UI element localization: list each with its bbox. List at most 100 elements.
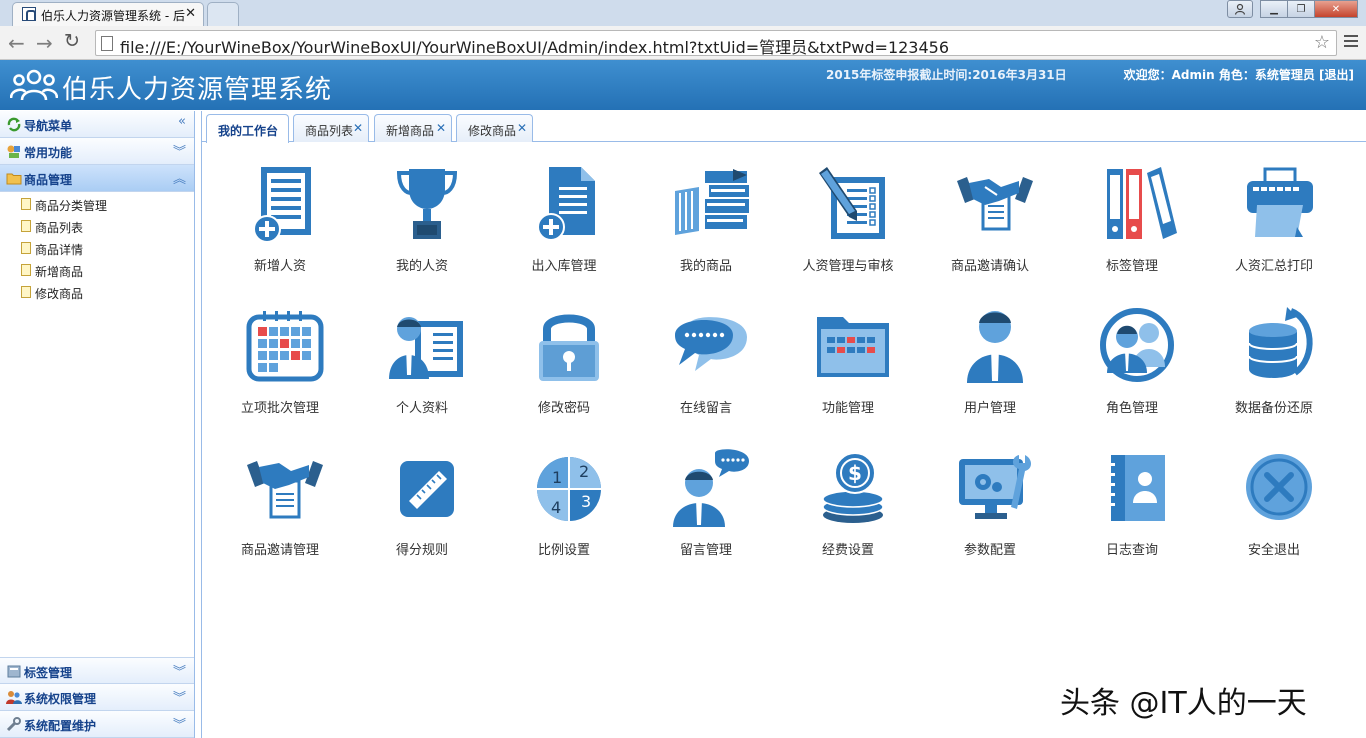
sidebar-item[interactable]: 商品分类管理 — [0, 193, 194, 215]
tile-inventory[interactable]: 出入库管理 — [494, 165, 634, 285]
tile-score-rules[interactable]: 得分规则 — [352, 449, 492, 569]
tag-management-header[interactable]: 标签管理 ︾ — [0, 657, 194, 684]
collapse-left-icon[interactable]: « — [178, 114, 186, 129]
url-input[interactable]: file:///E:/YourWineBox/YourWineBoxUI/You… — [95, 30, 1337, 58]
tile-label: 比例设置 — [537, 543, 590, 558]
goods-management-label: 商品管理 — [24, 173, 73, 187]
nav-menu-header[interactable]: 导航菜单 « — [0, 111, 194, 138]
tile-message-management[interactable]: 留言管理 — [636, 449, 776, 569]
tag-icon — [7, 665, 21, 678]
tile-hr-review[interactable]: 人资管理与审核 — [778, 165, 918, 285]
url-text[interactable]: file:///E:/YourWineBox/YourWineBoxUI/You… — [120, 34, 949, 58]
tile-change-password[interactable]: 修改密码 — [494, 307, 634, 427]
tile-log-query[interactable]: 日志查询 — [1062, 449, 1202, 569]
chevron-down-icon[interactable]: ︾ — [173, 661, 186, 680]
speech-bubble-icon — [675, 317, 747, 371]
tile-add-hr[interactable]: 新增人资 — [210, 165, 350, 285]
tile-personal-info[interactable]: 个人资料 — [352, 307, 492, 427]
permission-management-header[interactable]: 系统权限管理 ︾ — [0, 684, 194, 711]
role-users-icon — [1100, 308, 1174, 382]
close-tab-icon[interactable]: ✕ — [185, 6, 196, 21]
tab-add-goods[interactable]: 新增商品 ✕ — [374, 114, 452, 142]
tile-tag-management[interactable]: 标签管理 — [1062, 165, 1202, 285]
tile-label: 人资管理与审核 — [802, 259, 894, 274]
browser-tab-title: 伯乐人力资源管理系统 - 后 — [41, 9, 185, 23]
tile-safe-exit[interactable]: 安全退出 — [1204, 449, 1344, 569]
wrench-icon — [6, 717, 21, 732]
watermark-text: 头条 @IT人的一天 — [1060, 686, 1307, 721]
close-icon[interactable]: ✕ — [517, 121, 527, 135]
calendar-icon — [246, 311, 324, 382]
tile-label: 功能管理 — [821, 401, 874, 416]
window-close-icon[interactable]: ✕ — [1314, 0, 1358, 18]
address-book-icon — [1107, 455, 1165, 521]
sidebar-item[interactable]: 修改商品 — [0, 281, 194, 303]
tile-label: 出入库管理 — [531, 259, 597, 274]
tile-funding-settings[interactable]: $ 经费设置 — [778, 449, 918, 569]
window-controls: ▁ ❐ ✕ — [1227, 0, 1358, 18]
browser-tab[interactable]: 伯乐人力资源管理系统 - 后 ✕ — [12, 2, 204, 26]
sidebar-item[interactable]: 商品列表 — [0, 215, 194, 237]
back-arrow-icon[interactable]: ← — [8, 31, 25, 55]
tab-label: 我的工作台 — [218, 124, 279, 138]
browser-menu-icon[interactable] — [1344, 35, 1358, 49]
app-title: 伯乐人力资源管理系统 — [62, 75, 333, 105]
users-icon — [6, 691, 22, 704]
config-maintenance-header[interactable]: 系统配置维护 ︾ — [0, 711, 194, 738]
new-tab-button[interactable] — [207, 2, 239, 26]
tile-data-backup[interactable]: 数据备份还原 — [1204, 307, 1344, 427]
close-icon[interactable]: ✕ — [436, 121, 446, 135]
file-icon — [21, 242, 31, 254]
tile-label: 标签管理 — [1105, 259, 1158, 274]
tile-my-hr[interactable]: 我的人资 — [352, 165, 492, 285]
sidebar-item-label: 新增商品 — [35, 265, 84, 279]
close-icon[interactable]: ✕ — [353, 121, 363, 135]
tile-label: 我的人资 — [395, 259, 448, 274]
file-icon — [21, 198, 31, 210]
tab-goods-list[interactable]: 商品列表 ✕ — [293, 114, 369, 142]
sidebar-item[interactable]: 商品详情 — [0, 237, 194, 259]
chevron-up-icon[interactable]: ︽ — [173, 168, 186, 187]
content-tabbar: 我的工作台 商品列表 ✕ 新增商品 ✕ 修改商品 ✕ — [202, 111, 1366, 143]
tile-role-management[interactable]: 角色管理 — [1062, 307, 1202, 427]
tile-parameter-config[interactable]: 参数配置 — [920, 449, 1060, 569]
reload-icon[interactable]: ↻ — [64, 30, 80, 52]
tile-label: 商品邀请确认 — [950, 259, 1029, 274]
tile-goods-invite-confirm[interactable]: 商品邀请确认 — [920, 165, 1060, 285]
tile-user-management[interactable]: 用户管理 — [920, 307, 1060, 427]
user-info[interactable]: 欢迎您：Admin 角色：系统管理员 [退出] — [1124, 66, 1354, 83]
tab-label: 商品列表 — [305, 124, 354, 138]
profile-icon[interactable] — [1227, 0, 1253, 18]
chevron-down-icon[interactable]: ︾ — [173, 714, 186, 733]
goods-management-header[interactable]: 商品管理 ︽ — [0, 165, 194, 192]
minimize-icon[interactable]: ▁ — [1260, 0, 1288, 18]
maximize-icon[interactable]: ❐ — [1287, 0, 1315, 18]
sidebar-item-label: 修改商品 — [35, 287, 84, 301]
database-restore-icon — [1248, 307, 1313, 378]
common-functions-label: 常用功能 — [24, 146, 73, 160]
common-functions-header[interactable]: 常用功能 ︾ — [0, 138, 194, 165]
tab-workbench[interactable]: 我的工作台 — [206, 114, 289, 143]
tile-hr-print[interactable]: 人资汇总打印 — [1204, 165, 1344, 285]
tile-function-management[interactable]: 功能管理 — [778, 307, 918, 427]
sidebar-item-label: 商品详情 — [35, 243, 84, 257]
profile-card-icon — [389, 317, 463, 379]
permission-management-label: 系统权限管理 — [24, 692, 97, 706]
chevron-down-icon[interactable]: ︾ — [173, 141, 186, 160]
tile-goods-invite-management[interactable]: 商品邀请管理 — [210, 449, 350, 569]
tile-project-batch[interactable]: 立项批次管理 — [210, 307, 350, 427]
pie-number: 4 — [551, 498, 561, 517]
tile-online-message[interactable]: 在线留言 — [636, 307, 776, 427]
tile-ratio-settings[interactable]: 1 2 3 4 比例设置 — [494, 449, 634, 569]
browser-tabstrip: 伯乐人力资源管理系统 - 后 ✕ ▁ ❐ ✕ — [0, 0, 1366, 26]
sidebar-item[interactable]: 新增商品 — [0, 259, 194, 281]
forward-arrow-icon[interactable]: → — [36, 31, 53, 55]
handshake-contract-icon — [957, 177, 1033, 231]
tile-label: 得分规则 — [395, 543, 448, 558]
tab-edit-goods[interactable]: 修改商品 ✕ — [456, 114, 533, 142]
bookmark-star-icon[interactable]: ☆ — [1314, 32, 1330, 53]
chevron-down-icon[interactable]: ︾ — [173, 687, 186, 706]
pie-number: 3 — [581, 492, 591, 511]
tile-my-goods[interactable]: 我的商品 — [636, 165, 776, 285]
trophy-icon — [396, 169, 458, 239]
